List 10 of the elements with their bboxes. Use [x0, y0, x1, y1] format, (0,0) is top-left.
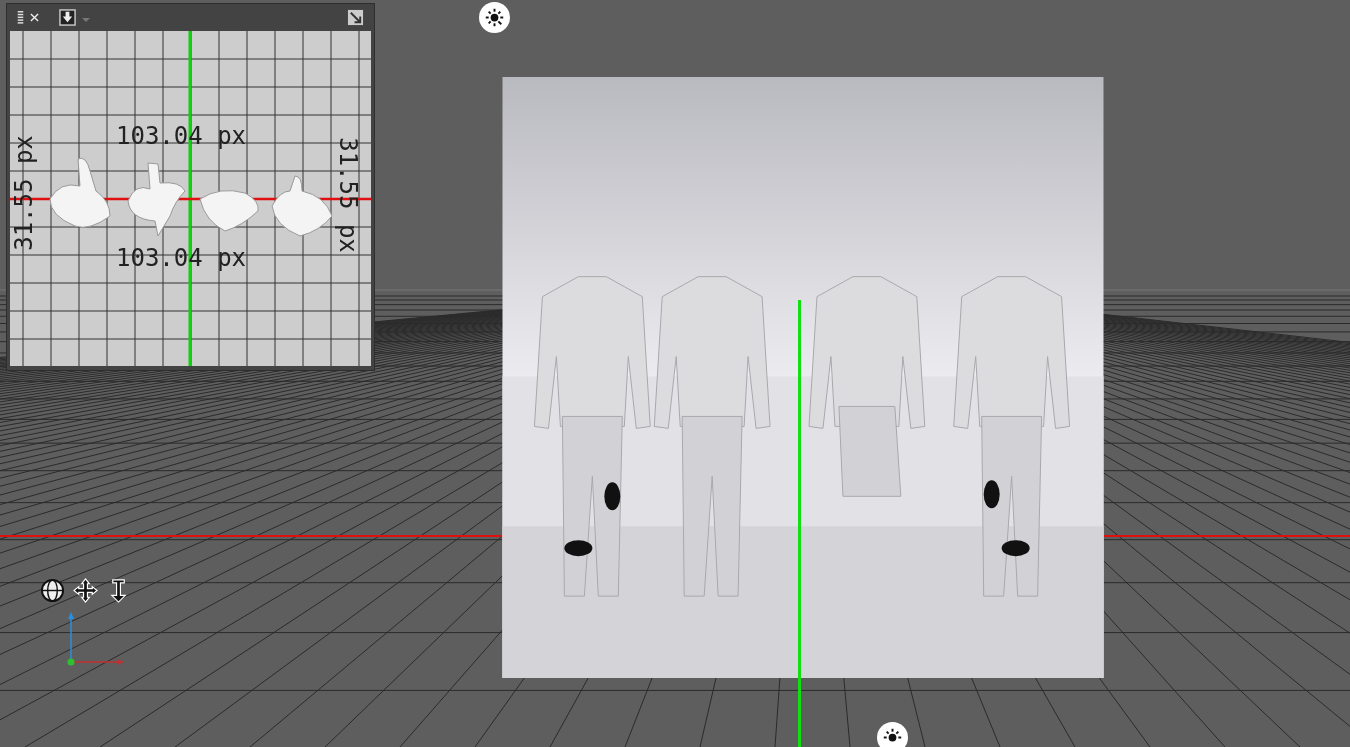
download-icon[interactable] [59, 9, 76, 26]
height-label: 31.55 px [335, 137, 360, 253]
expand-icon[interactable] [347, 9, 364, 26]
close-icon[interactable] [30, 13, 39, 22]
sun-icon[interactable] [479, 2, 510, 33]
grip-icon[interactable] [17, 11, 24, 24]
sun-icon[interactable] [877, 722, 908, 747]
move-icon[interactable] [73, 578, 98, 603]
globe-icon[interactable] [40, 578, 65, 603]
height-label: 31.55 px [11, 135, 36, 251]
